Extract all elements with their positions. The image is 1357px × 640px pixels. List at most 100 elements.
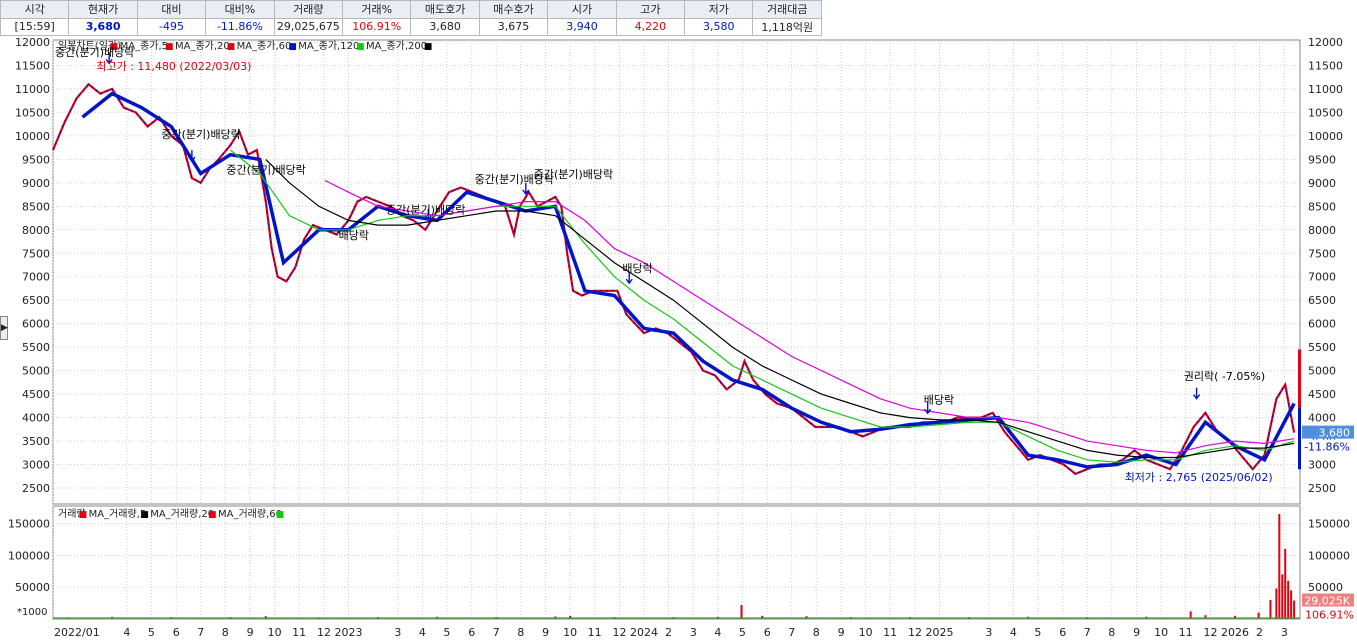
volume-legend-label: MA_거래량,5 <box>89 508 147 520</box>
y-tick-label-right: 11500 <box>1308 59 1343 72</box>
volume-unit-label: *1000 <box>17 607 47 618</box>
y-tick-label-left: 9000 <box>22 177 50 190</box>
chart-annotation: 배당락 <box>622 262 652 275</box>
x-tick-label: 4 <box>1010 626 1017 639</box>
volume-bar <box>1278 514 1281 619</box>
volume-tick-label-right: 100000 <box>1308 549 1350 562</box>
volume-legend-marker: ■ <box>79 510 88 520</box>
y-tick-label-left: 11000 <box>15 83 50 96</box>
y-tick-label-left: 10500 <box>15 106 50 119</box>
x-tick-label: 5 <box>443 626 450 639</box>
quote-value-volume: 29,025,675 <box>273 17 344 36</box>
price-legend-label: MA_종가,20 <box>175 40 230 52</box>
y-tick-label-left: 3500 <box>22 435 50 448</box>
x-tick-label: 11 <box>883 626 897 639</box>
quote-header-low: 저가 <box>684 0 754 19</box>
x-tick-label: 6 <box>1059 626 1066 639</box>
x-tick-label: 6 <box>173 626 180 639</box>
volume-tick-label-left: 50000 <box>15 581 50 594</box>
quote-header-time: 시각 <box>0 0 70 19</box>
chart-annotation: 최고가 : 11,480 (2022/03/03) <box>96 60 251 73</box>
x-tick-label: 12 <box>612 626 626 639</box>
quote-header-current: 현재가 <box>68 0 138 19</box>
y-tick-label-right: 9000 <box>1308 177 1336 190</box>
x-tick-label: 2022/01 <box>54 626 100 639</box>
y-tick-label-left: 4000 <box>22 412 50 425</box>
y-tick-label-left: 6000 <box>22 318 50 331</box>
x-tick-label: 7 <box>1084 626 1091 639</box>
x-tick-label: 7 <box>493 626 500 639</box>
x-tick-label: 10 <box>859 626 873 639</box>
quote-header-turnover: 거래대금 <box>752 0 822 19</box>
quote-value-turnover: 1,118억원 <box>752 17 822 36</box>
y-tick-label-left: 6500 <box>22 294 50 307</box>
volume-bar <box>1293 600 1296 619</box>
stock-chart[interactable]: 2022/01 4 5 6 7 8 9 10 11 12 2023 3 4 5 6 7 8 9 10 11 12 2024… <box>0 36 1357 640</box>
x-tick-label: 3 <box>1281 626 1288 639</box>
quote-value-current: 3,680 <box>68 17 138 36</box>
current-change-label: -11.86% <box>1304 441 1350 454</box>
volume-legend-marker: ■ <box>140 510 149 520</box>
expand-panel-icon[interactable]: ▶ <box>0 316 8 340</box>
x-tick-label: 10 <box>268 626 282 639</box>
volume-bar <box>1287 580 1290 619</box>
x-tick-label: 2023 <box>334 626 362 639</box>
chart-annotation: 중간(분기)배당락 <box>386 203 465 216</box>
volume-tick-label-left: 100000 <box>8 549 50 562</box>
volume-bar <box>740 605 743 619</box>
x-tick-label: 11 <box>588 626 602 639</box>
volume-bar <box>1290 590 1293 619</box>
quote-header-row: 시각 현재가 대비 대비% 거래량 거래% 매도호가 매수호가 시가 고가 저가… <box>0 0 822 19</box>
x-tick-label: 10 <box>1154 626 1168 639</box>
quote-header-change-pct: 대비% <box>205 0 275 19</box>
y-tick-label-right: 4500 <box>1308 388 1336 401</box>
y-tick-label-left: 7000 <box>22 271 50 284</box>
y-tick-label-left: 3000 <box>22 459 50 472</box>
price-legend-marker: ■ <box>227 42 236 52</box>
x-tick-label: 11 <box>1179 626 1193 639</box>
x-tick-label: 8 <box>813 626 820 639</box>
y-tick-label-left: 5500 <box>22 341 50 354</box>
chart-annotation: 배당락 <box>339 229 369 242</box>
y-tick-label-left: 10000 <box>15 130 50 143</box>
quote-header-volume-pct: 거래% <box>342 0 412 19</box>
x-tick-label: 11 <box>292 626 306 639</box>
y-tick-label-right: 9500 <box>1308 153 1336 166</box>
y-tick-label-right: 2500 <box>1308 482 1336 495</box>
x-tick-label: 2026 <box>1221 626 1249 639</box>
y-tick-label-right: 4000 <box>1308 412 1336 425</box>
y-tick-label-right: 8000 <box>1308 224 1336 237</box>
x-tick-label: 4 <box>123 626 130 639</box>
volume-legend-marker: ■ <box>208 510 217 520</box>
y-tick-label-left: 8500 <box>22 200 50 213</box>
volume-tick-label-left: 150000 <box>8 518 50 531</box>
quote-table: 시각 현재가 대비 대비% 거래량 거래% 매도호가 매수호가 시가 고가 저가… <box>0 0 822 36</box>
price-panel <box>52 39 1301 505</box>
volume-tick-label-right: 50000 <box>1308 581 1343 594</box>
x-tick-label: 6 <box>468 626 475 639</box>
chart-annotation: 배당락 <box>924 393 954 406</box>
x-tick-label: 12 <box>1203 626 1217 639</box>
y-tick-label-right: 10000 <box>1308 130 1343 143</box>
volume-tick-label-right: 150000 <box>1308 518 1350 531</box>
volume-legend-label: MA_거래량,60 <box>218 508 282 520</box>
quote-header-high: 고가 <box>615 0 686 19</box>
volume-legend-label: MA_거래량,20 <box>150 508 214 520</box>
y-tick-label-right: 5000 <box>1308 365 1336 378</box>
quote-value-low: 3,580 <box>684 17 754 36</box>
x-tick-label: 3 <box>394 626 401 639</box>
chart-annotation: 중간(분기)배당락 <box>55 46 134 59</box>
x-tick-label: 4 <box>714 626 721 639</box>
x-tick-label: 5 <box>739 626 746 639</box>
x-tick-label: 9 <box>247 626 254 639</box>
price-legend-marker: ■ <box>165 42 174 52</box>
quote-value-volume-pct: 106.91% <box>342 17 412 36</box>
x-tick-label: 7 <box>197 626 204 639</box>
x-tick-label: 3 <box>985 626 992 639</box>
quote-value-bid: 3,675 <box>478 17 549 36</box>
y-tick-label-left: 8000 <box>22 224 50 237</box>
y-tick-label-right: 3000 <box>1308 459 1336 472</box>
y-tick-label-left: 7500 <box>22 247 50 260</box>
y-tick-label-right: 12000 <box>1308 36 1343 49</box>
x-tick-label: 5 <box>148 626 155 639</box>
